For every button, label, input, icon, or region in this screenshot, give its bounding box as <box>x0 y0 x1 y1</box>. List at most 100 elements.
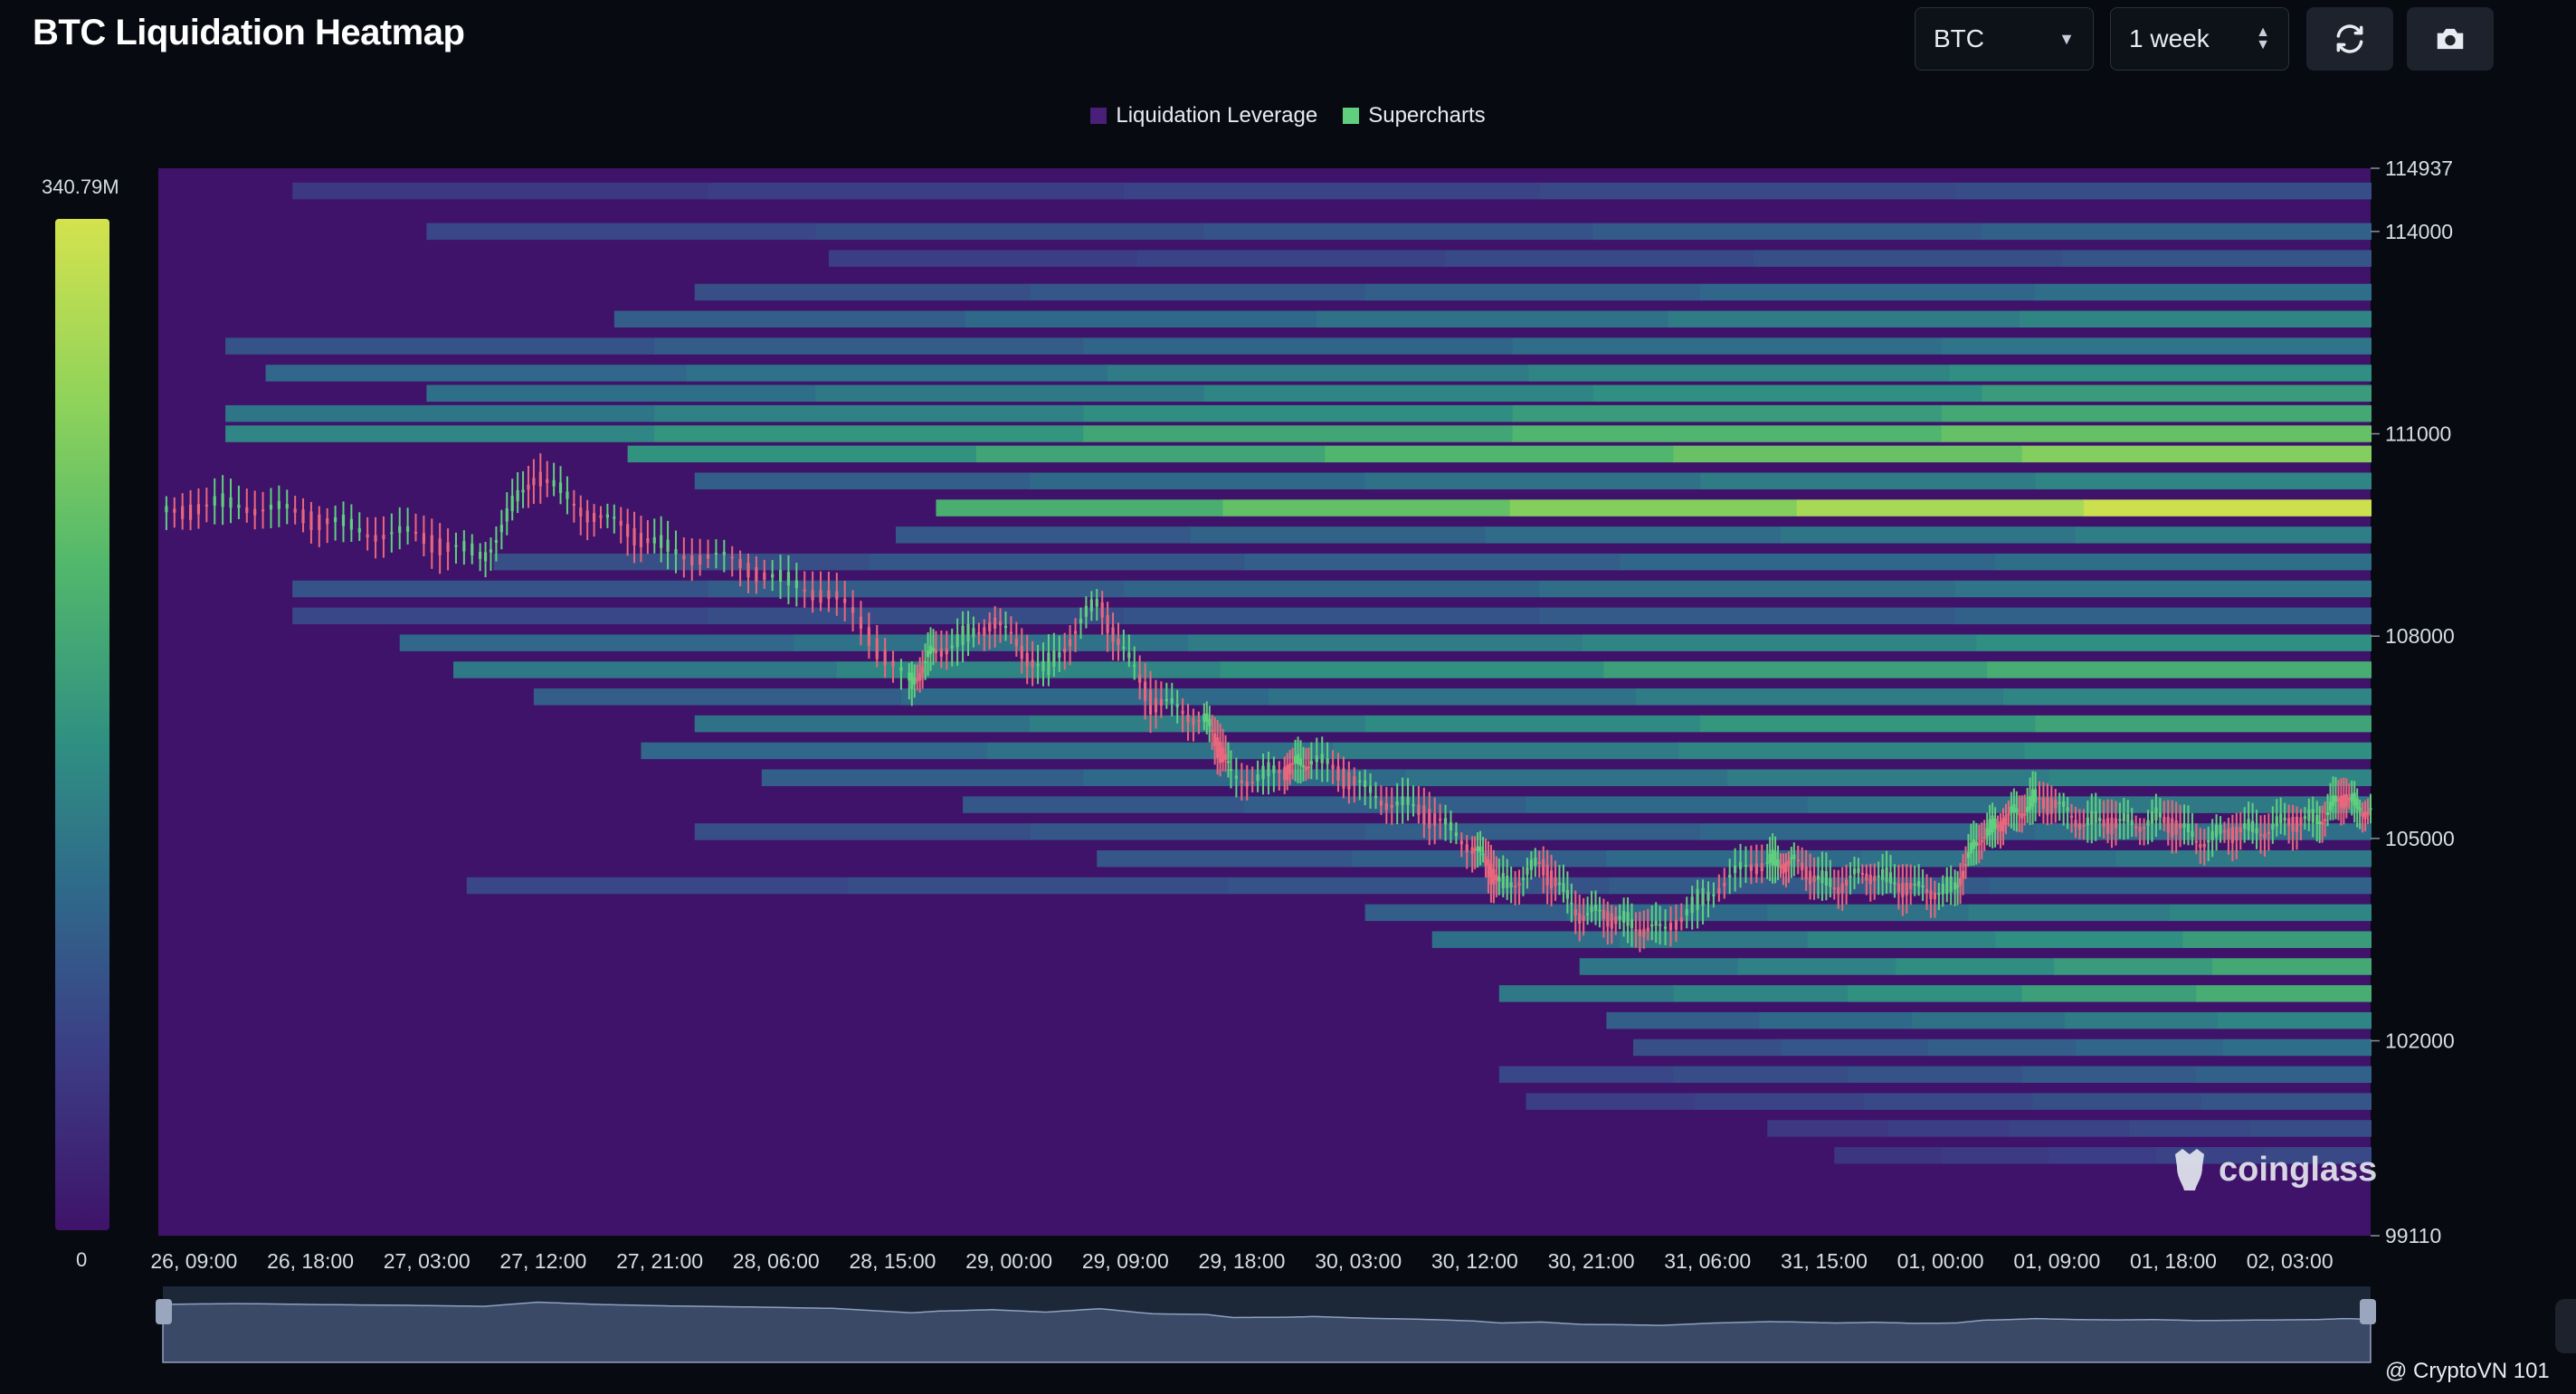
candle-body <box>827 590 831 600</box>
candle-body <box>1840 883 1844 894</box>
y-tick-label: 111000 <box>2385 422 2451 446</box>
candle-body <box>1956 885 1960 887</box>
candle-body <box>2105 818 2110 834</box>
liquidation-band <box>1083 404 1514 422</box>
y-tick-label: 102000 <box>2385 1029 2455 1053</box>
candle-body <box>1428 809 1431 829</box>
candle-body <box>819 590 822 603</box>
navigator-handle-right[interactable] <box>2360 1299 2376 1324</box>
candle-body <box>422 533 425 545</box>
candle-body <box>1529 859 1533 870</box>
candle-body <box>1779 865 1782 868</box>
candle-body <box>1401 796 1404 806</box>
liquidation-band <box>1726 769 2050 787</box>
coinglass-logo-icon <box>2175 1149 2204 1190</box>
candle-body <box>229 497 233 508</box>
candle-body <box>1122 646 1126 650</box>
candle-body <box>1052 650 1056 668</box>
candle-body <box>2150 811 2154 824</box>
candle-body <box>1353 775 1356 785</box>
liquidation-band <box>1635 688 2004 706</box>
candle-body <box>2018 813 2021 816</box>
candle-body <box>1278 770 1281 773</box>
navigator-handle-left[interactable] <box>156 1299 172 1324</box>
candle-body <box>2122 812 2125 821</box>
candle-body <box>1650 924 1654 927</box>
liquidation-band <box>1539 182 1956 200</box>
candle-body <box>1003 626 1008 629</box>
candle-body <box>1489 863 1493 885</box>
candle-body <box>2334 795 2338 802</box>
liquidation-band <box>694 283 1031 301</box>
candle-body <box>2066 807 2069 811</box>
liquidation-band <box>292 580 709 598</box>
liquidation-band <box>2129 1120 2251 1137</box>
candle-body <box>1069 639 1072 647</box>
liquidation-band <box>1486 526 1782 544</box>
liquidation-band <box>493 553 870 571</box>
liquidation-band <box>654 425 1085 442</box>
liquidation-band <box>654 337 1085 355</box>
liquidation-band <box>2076 526 2372 544</box>
candle-body <box>2258 834 2263 837</box>
candle-body <box>939 649 943 657</box>
candle-body <box>1996 825 2000 828</box>
liquidation-band <box>2065 1011 2220 1029</box>
liquidation-band <box>1244 553 1621 571</box>
candle-body <box>1706 891 1710 901</box>
candle-body <box>585 510 589 523</box>
liquidation-band <box>936 499 1224 517</box>
candle-body <box>309 511 313 530</box>
candle-body <box>1175 704 1179 707</box>
liquidation-band <box>694 823 1031 840</box>
candle-body <box>1127 652 1131 659</box>
liquidation-band <box>1188 634 1583 651</box>
candle-body <box>592 513 596 522</box>
liquidation-band <box>2048 1147 2157 1164</box>
liquidation-band <box>1887 1120 2010 1137</box>
candle-body <box>1331 764 1335 770</box>
candle-body <box>1985 828 1989 837</box>
candle-body <box>2251 820 2255 833</box>
liquidation-band <box>627 445 977 463</box>
liquidation-band <box>399 634 795 651</box>
candle-body <box>1170 697 1174 704</box>
candle-body <box>462 541 466 552</box>
candle-body <box>1537 861 1541 864</box>
candle-body <box>454 545 458 547</box>
liquidation-band <box>225 425 656 442</box>
liquidation-band <box>1030 283 1366 301</box>
candle-body <box>1521 877 1526 880</box>
liquidation-band <box>1620 553 1997 571</box>
candle-body <box>1901 883 1905 897</box>
x-tick-label: 27, 12:00 <box>499 1249 586 1273</box>
candle-body <box>398 526 402 533</box>
liquidation-band <box>2032 1093 2203 1110</box>
liquidation-band <box>1123 580 1541 598</box>
liquidation-band <box>2201 1093 2372 1110</box>
candle-body <box>471 543 474 556</box>
candle-body <box>446 542 450 552</box>
candle-body <box>1765 861 1769 864</box>
liquidation-band <box>1941 425 2372 442</box>
candle-body <box>579 507 583 517</box>
x-tick-label: 27, 21:00 <box>616 1249 703 1273</box>
candle-body <box>1630 919 1634 928</box>
candle-body <box>1820 870 1824 884</box>
candle-body <box>1267 762 1270 777</box>
liquidation-band <box>1333 742 1680 760</box>
candle-body <box>1837 887 1840 895</box>
liquidation-band <box>1498 985 1675 1002</box>
side-panel-tab[interactable] <box>2555 1299 2576 1353</box>
candle-body <box>1654 921 1658 926</box>
liquidation-band <box>1579 958 1739 975</box>
candle-body <box>1696 888 1699 910</box>
liquidation-band <box>1633 1038 1782 1057</box>
liquidation-band <box>975 445 1326 463</box>
candle-body <box>2214 824 2219 838</box>
candle-body <box>1776 858 1780 867</box>
candle-body <box>639 533 643 547</box>
candle-body <box>908 672 911 681</box>
candle-body <box>1701 887 1705 906</box>
candle-body <box>1020 646 1023 659</box>
